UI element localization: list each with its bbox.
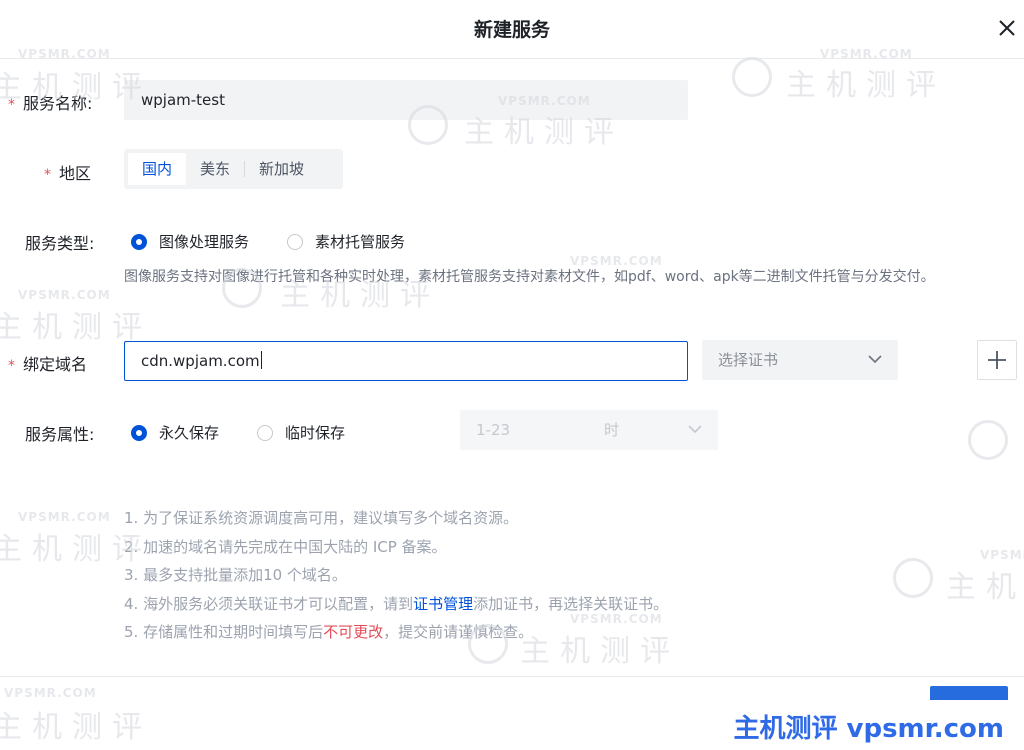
submit-button[interactable] [930, 686, 1008, 700]
radio-unchecked-icon [287, 233, 304, 250]
chevron-down-icon [688, 425, 702, 434]
watermark-text: 主机测评 [0, 310, 152, 345]
radio-checked-icon [131, 424, 147, 441]
watermark-text: 主机测评 [786, 68, 946, 103]
new-service-dialog: 新建服务 * 服务名称: wpjam-test * 地区 国内 美东 新加坡 服务类… [0, 0, 1024, 750]
watermark-text: VPSMR.COM [4, 686, 97, 700]
domain-label: * 绑定域名 [8, 355, 88, 374]
cannot-change-warning: 不可更改 [323, 623, 384, 641]
radio-asset-hosting[interactable]: 素材托管服务 [287, 231, 405, 252]
radio-permanent[interactable]: 永久保存 [131, 422, 219, 443]
region-label: * 地区 [44, 164, 92, 183]
expire-hours-select[interactable]: 1-23 时 [460, 410, 718, 450]
region-selector: 国内 美东 新加坡 [124, 149, 343, 189]
service-type-label: 服务类型: [25, 234, 95, 253]
radio-unchecked-icon [257, 424, 274, 441]
service-type-radio-group: 图像处理服务 素材托管服务 [131, 231, 443, 252]
close-icon [999, 20, 1015, 36]
watermark-logo-icon [893, 558, 933, 598]
note-item: 3. 最多支持批量添加10 个域名。 [124, 566, 347, 584]
watermark-text: VPSMR.COM [18, 510, 111, 524]
region-option-domestic[interactable]: 国内 [128, 153, 187, 185]
watermark-text: 主机测评 [0, 710, 152, 745]
hours-unit: 时 [604, 421, 620, 439]
note-item: 1. 为了保证系统资源调度高可用，建议填写多个域名资源。 [124, 509, 519, 527]
watermark-text: VPSMR.COM [980, 548, 1024, 562]
watermark-logo-icon [732, 57, 772, 97]
note-item: 4. 海外服务必须关联证书才可以配置，请到证书管理添加证书，再选择关联证书。 [124, 594, 669, 613]
notes-list: 1. 为了保证系统资源调度高可用，建议填写多个域名资源。 2. 加速的域名请先完… [124, 504, 668, 647]
close-button[interactable] [996, 17, 1018, 39]
service-name-input[interactable]: wpjam-test [124, 80, 688, 120]
domain-input[interactable]: cdn.wpjam.com [124, 341, 688, 381]
service-type-hint: 图像服务支持对图像进行托管和各种实时处理，素材托管服务支持对素材文件，如pdf、… [124, 269, 935, 285]
region-option-singapore[interactable]: 新加坡 [245, 153, 318, 185]
required-mark: * [44, 167, 51, 183]
watermark-logo-icon [968, 420, 1008, 460]
service-name-label: * 服务名称: [8, 94, 93, 113]
note-item: 2. 加速的域名请先完成在中国大陆的 ICP 备案。 [124, 537, 447, 556]
required-mark: * [8, 97, 15, 113]
certificate-management-link[interactable]: 证书管理 [413, 595, 473, 613]
watermark-text: VPSMR.COM [18, 288, 111, 302]
add-domain-button[interactable] [977, 340, 1017, 380]
radio-image-processing[interactable]: 图像处理服务 [131, 231, 249, 252]
storage-label: 服务属性: [25, 425, 95, 444]
dialog-footer-divider [0, 676, 1024, 677]
radio-temporary[interactable]: 临时保存 [257, 422, 345, 443]
text-caret [260, 351, 262, 369]
required-mark: * [8, 358, 15, 374]
note-item: 5. 存储属性和过期时间填写后不可更改，提交前请谨慎检查。 [124, 623, 534, 641]
dialog-header: 新建服务 [0, 0, 1024, 59]
radio-checked-icon [131, 233, 147, 250]
certificate-select[interactable]: 选择证书 [702, 340, 898, 380]
region-option-us-east[interactable]: 美东 [186, 153, 244, 185]
chevron-down-icon [868, 355, 882, 364]
dialog-title: 新建服务 [473, 19, 550, 41]
storage-radio-group: 永久保存 临时保存 [131, 422, 383, 443]
watermark-text: 主机测评 [946, 570, 1024, 605]
site-badge: 主机测评 vpsmr.com [733, 714, 1004, 744]
plus-icon [988, 351, 1006, 369]
